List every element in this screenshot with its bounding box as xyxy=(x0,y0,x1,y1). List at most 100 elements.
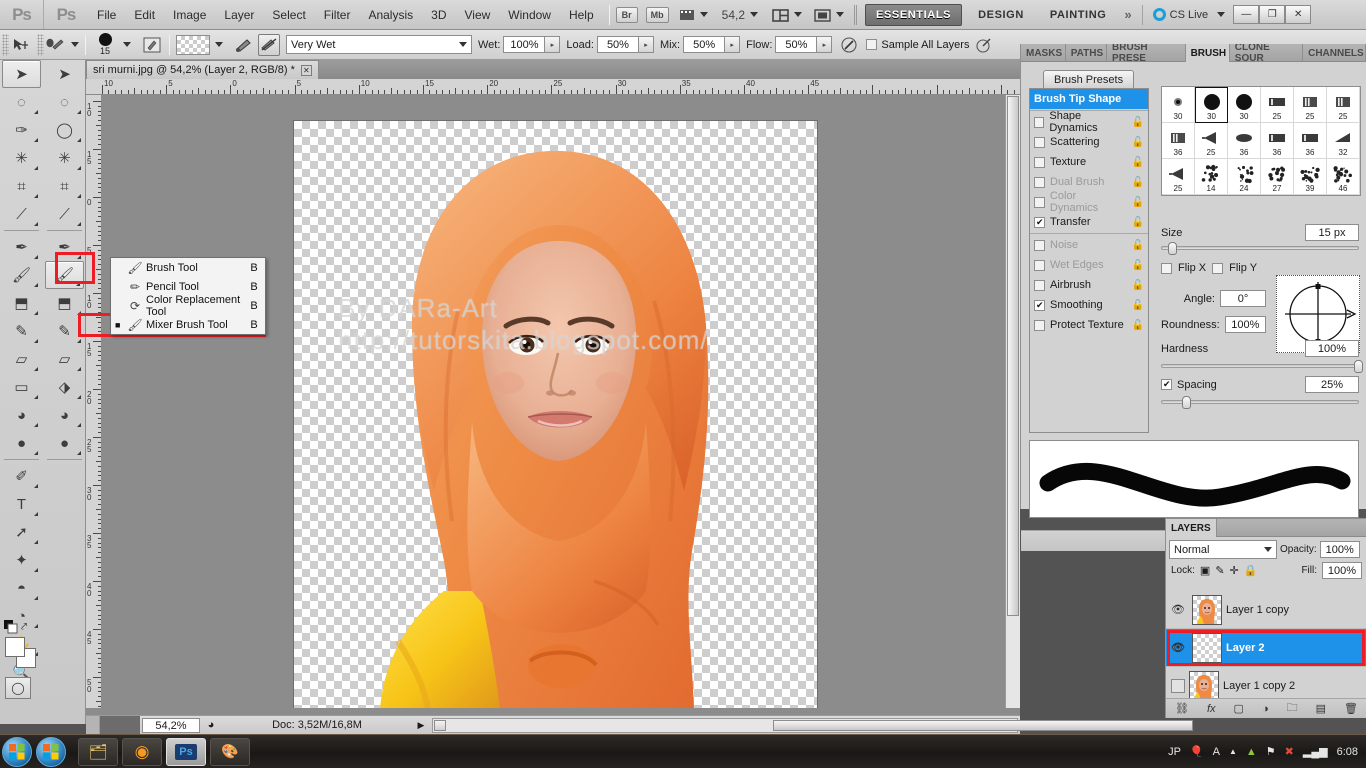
ime-a-icon[interactable]: A xyxy=(1213,746,1220,758)
bridge-button[interactable]: Br xyxy=(616,7,638,23)
brush-tip-cell[interactable]: 30 xyxy=(1162,87,1195,123)
checkbox[interactable] xyxy=(1034,280,1045,291)
brush-tip-cell[interactable]: 25 xyxy=(1294,87,1327,123)
brush-tip-cell[interactable]: 27 xyxy=(1261,159,1294,195)
tab-masks[interactable]: MASKS xyxy=(1021,44,1066,62)
size-value[interactable]: 15 px xyxy=(1305,224,1359,241)
custom-shape-tool-button[interactable]: ✦ xyxy=(2,546,41,574)
checkbox[interactable] xyxy=(1034,300,1045,311)
lock-image-pixels-icon[interactable]: ✎ xyxy=(1215,564,1224,577)
layer-row[interactable]: 👁 Layer 1 copy xyxy=(1166,591,1366,629)
history-brush-tool-button[interactable]: ✎ xyxy=(2,317,41,345)
link-icon[interactable]: ⛓ xyxy=(1175,702,1189,715)
clock[interactable]: 6:08 xyxy=(1337,746,1358,758)
brush-tip-cell[interactable]: 25 xyxy=(1162,159,1195,195)
brush-option-protect-texture[interactable]: Protect Texture 🔓 xyxy=(1030,315,1148,335)
brush-option-brush-tip-shape[interactable]: Brush Tip Shape xyxy=(1030,89,1148,109)
checkbox[interactable] xyxy=(1034,260,1045,271)
ruler-horizontal[interactable]: 10 5 0 5 10 15 20 25 30 35 40 45 xyxy=(86,79,1020,95)
mask-icon[interactable]: ▢ xyxy=(1234,702,1244,715)
history-brush-tool-button[interactable]: ✎ xyxy=(45,317,84,345)
hardness-slider[interactable] xyxy=(1161,364,1359,368)
tab-brush[interactable]: BRUSH xyxy=(1186,44,1230,62)
mix-value[interactable]: 50% xyxy=(683,36,725,53)
brush-option-scattering[interactable]: Scattering 🔓 xyxy=(1030,132,1148,152)
angle-value[interactable]: 0° xyxy=(1220,290,1266,307)
quick-selection-tool-button[interactable]: ✳ xyxy=(2,144,41,172)
brush-tool-button[interactable]: 🖌 xyxy=(2,261,41,289)
checkbox[interactable] xyxy=(1034,157,1045,168)
eraser-tool-button[interactable]: ▱ xyxy=(45,345,84,373)
group-icon[interactable]: 🗀 xyxy=(1287,699,1298,718)
arrange-documents-button[interactable] xyxy=(772,8,802,22)
menu-edit[interactable]: Edit xyxy=(125,5,164,25)
lock-icon[interactable]: 🔓 xyxy=(1132,240,1144,251)
brush-option-wet-edges[interactable]: Wet Edges 🔓 xyxy=(1030,255,1148,275)
zoom-percent-field[interactable]: 54,2% xyxy=(142,718,200,733)
lock-all-icon[interactable]: 🔒 xyxy=(1244,564,1258,577)
workspace-essentials[interactable]: ESSENTIALS xyxy=(865,4,962,26)
brush-tip-cell[interactable]: 30 xyxy=(1228,87,1261,123)
layer-visibility-toggle[interactable]: 👁 xyxy=(1168,641,1188,654)
brush-option-noise[interactable]: Noise 🔓 xyxy=(1030,235,1148,255)
tab-brush-prese[interactable]: BRUSH PRESE xyxy=(1107,44,1186,62)
lock-icon[interactable]: 🔓 xyxy=(1132,280,1144,291)
mixer-preset-combo[interactable]: Very Wet xyxy=(286,35,472,54)
brush-pressure-button[interactable] xyxy=(973,34,995,56)
document-profile-icon[interactable]: ◕ xyxy=(200,719,222,731)
sample-all-layers-checkbox[interactable]: Sample All Layers xyxy=(866,39,969,51)
menu-image[interactable]: Image xyxy=(164,5,215,25)
checkbox[interactable] xyxy=(1034,240,1045,251)
blur-tool-button[interactable]: ◕ xyxy=(2,401,41,429)
flyout-item-color-replacement-tool[interactable]: ⟳ Color Replacement Tool B xyxy=(111,296,265,315)
load-spinner[interactable]: ▸ xyxy=(639,36,654,53)
minimize-button[interactable]: — xyxy=(1233,5,1259,24)
cs-live-button[interactable]: CS Live xyxy=(1153,8,1226,21)
brush-tip-cell[interactable]: 39 xyxy=(1294,159,1327,195)
checkbox[interactable] xyxy=(1034,177,1045,188)
size-slider-knob[interactable] xyxy=(1168,242,1177,255)
status-resize-grip[interactable] xyxy=(86,716,100,735)
load-brush-button[interactable] xyxy=(233,34,255,56)
flow-value[interactable]: 50% xyxy=(775,36,817,53)
paint-bucket-tool-button[interactable]: ⬗ xyxy=(45,373,84,401)
brush-tool-button[interactable]: 🖌 xyxy=(45,261,84,289)
airbrush-toggle-button[interactable] xyxy=(838,34,860,56)
adjustment-icon[interactable]: ◑ xyxy=(1262,703,1269,715)
taskbar-firefox-button[interactable]: ◉ xyxy=(122,738,162,766)
brush-tip-cell[interactable]: 36 xyxy=(1162,123,1195,159)
checkbox[interactable] xyxy=(1034,117,1044,128)
brush-tip-cell[interactable]: 36 xyxy=(1228,123,1261,159)
chevron-up-icon[interactable]: ▲ xyxy=(1229,747,1237,756)
brush-option-texture[interactable]: Texture 🔓 xyxy=(1030,152,1148,172)
flyout-item-mixer-brush-tool[interactable]: ■ 🖌 Mixer Brush Tool B xyxy=(111,315,265,334)
clean-brush-button[interactable] xyxy=(258,34,280,56)
roundness-value[interactable]: 100% xyxy=(1225,316,1266,333)
taskbar-explorer-button[interactable]: 🗂 xyxy=(78,738,118,766)
brush-option-transfer[interactable]: Transfer 🔓 xyxy=(1030,212,1148,232)
view-extras-button[interactable] xyxy=(679,8,708,22)
blend-mode-select[interactable]: Normal xyxy=(1169,540,1277,559)
menu-view[interactable]: View xyxy=(455,5,499,25)
spacing-value[interactable]: 25% xyxy=(1305,376,1359,393)
hardness-value[interactable]: 100% xyxy=(1305,340,1359,357)
swap-colors-icon[interactable]: ⤤ xyxy=(21,621,27,634)
menu-window[interactable]: Window xyxy=(499,5,560,25)
fx-icon[interactable]: fx xyxy=(1207,703,1216,715)
taskbar-paint-button[interactable]: 🎨 xyxy=(210,738,250,766)
tool-preset-grip[interactable] xyxy=(37,34,44,56)
eraser-tool-button[interactable]: ▱ xyxy=(2,345,41,373)
ruler-vertical[interactable]: 10 15 0 5 10 15 20 25 30 35 40 45 50 xyxy=(86,95,102,708)
close-button[interactable]: ✕ xyxy=(1285,5,1311,24)
path-selection-tool-button[interactable]: ➚ xyxy=(2,518,41,546)
lock-icon[interactable]: 🔓 xyxy=(1132,320,1144,331)
brush-picker-chevron-icon[interactable] xyxy=(123,42,131,47)
scrollbar-thumb-horizontal[interactable] xyxy=(773,720,1193,731)
hardness-slider-knob[interactable] xyxy=(1354,360,1363,373)
brush-option-smoothing[interactable]: Smoothing 🔓 xyxy=(1030,295,1148,315)
scroll-left-arrow[interactable] xyxy=(434,720,446,731)
tab-paths[interactable]: PATHS xyxy=(1066,44,1107,62)
foreground-color-swatch[interactable] xyxy=(5,637,25,657)
workspace-more-button[interactable]: » xyxy=(1124,7,1131,22)
marquee-tool-button[interactable]: ◌ xyxy=(2,88,41,116)
